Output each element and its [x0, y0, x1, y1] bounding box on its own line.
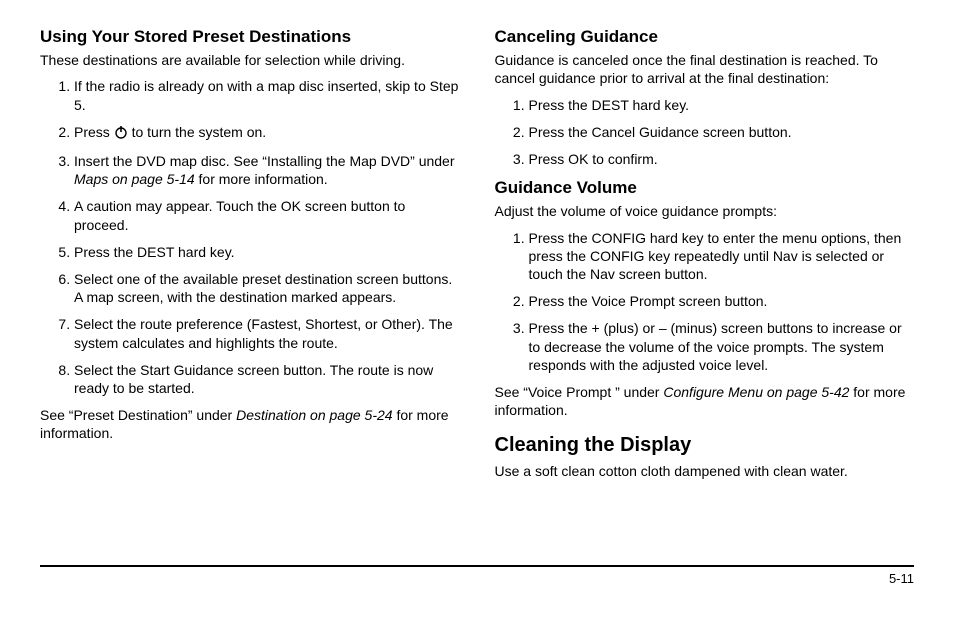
volume-intro: Adjust the volume of voice guidance prom… [495, 202, 915, 220]
volume-reference-note: See “Voice Prompt ” under Configure Menu… [495, 383, 915, 419]
preset-step-5: Press the DEST hard key. [74, 243, 460, 261]
step-2-text-b: to turn the system on. [128, 124, 267, 140]
page-number: 5-11 [889, 571, 914, 586]
destination-page-reference: Destination on page 5‑24 [236, 407, 392, 423]
heading-canceling-guidance: Canceling Guidance [495, 26, 915, 47]
volume-step-2: Press the Voice Prompt screen button. [529, 292, 915, 310]
cleaning-text: Use a soft clean cotton cloth dampened w… [495, 462, 915, 480]
step-2-text-a: Press [74, 124, 114, 140]
volume-steps-list: Press the CONFIG hard key to enter the m… [495, 229, 915, 374]
preset-intro: These destinations are available for sel… [40, 51, 460, 69]
cancel-step-3: Press OK to confirm. [529, 150, 915, 168]
cancel-step-1: Press the DEST hard key. [529, 96, 915, 114]
preset-step-1: If the radio is already on with a map di… [74, 77, 460, 113]
preset-step-2: Press to turn the system on. [74, 123, 460, 143]
preset-step-8: Select the Start Guidance screen button.… [74, 361, 460, 397]
configure-menu-reference: Configure Menu on page 5‑42 [663, 384, 849, 400]
right-column: Canceling Guidance Guidance is canceled … [495, 26, 915, 565]
left-column: Using Your Stored Preset Destinations Th… [40, 26, 460, 565]
cancel-steps-list: Press the DEST hard key. Press the Cance… [495, 96, 915, 169]
preset-step-3: Insert the DVD map disc. See “Installing… [74, 152, 460, 188]
step-3-text-a: Insert the DVD map disc. See “Installing… [74, 153, 455, 169]
cancel-step-2: Press the Cancel Guidance screen button. [529, 123, 915, 141]
preset-reference-note: See “Preset Destination” under Destinati… [40, 406, 460, 442]
heading-cleaning-display: Cleaning the Display [495, 433, 915, 458]
maps-page-reference: Maps on page 5‑14 [74, 171, 195, 187]
volume-note-a: See “Voice Prompt ” under [495, 384, 664, 400]
volume-step-1: Press the CONFIG hard key to enter the m… [529, 229, 915, 284]
heading-preset-destinations: Using Your Stored Preset Destinations [40, 26, 460, 47]
volume-step-3: Press the + (plus) or – (minus) screen b… [529, 319, 915, 374]
heading-guidance-volume: Guidance Volume [495, 177, 915, 198]
page-content: Using Your Stored Preset Destinations Th… [0, 0, 954, 565]
preset-note-a: See “Preset Destination” under [40, 407, 236, 423]
preset-step-7: Select the route preference (Fastest, Sh… [74, 315, 460, 351]
step-3-text-c: for more information. [195, 171, 328, 187]
preset-step-6: Select one of the available preset desti… [74, 270, 460, 306]
power-icon [114, 125, 128, 143]
preset-steps-list: If the radio is already on with a map di… [40, 77, 460, 397]
page-footer: 5-11 [40, 565, 914, 586]
cancel-intro: Guidance is canceled once the final dest… [495, 51, 915, 87]
preset-step-4: A caution may appear. Touch the OK scree… [74, 197, 460, 233]
